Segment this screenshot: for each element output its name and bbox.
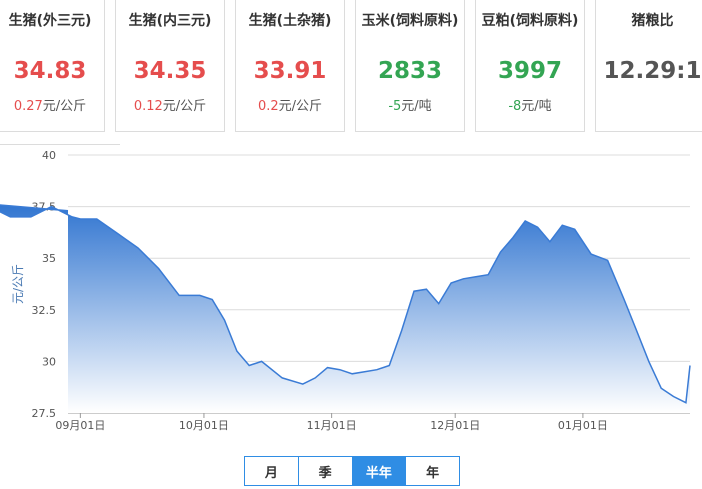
y-tick-label: 27.5 — [32, 407, 57, 420]
y-tick-label: 32.5 — [32, 304, 57, 317]
card-name: 生猪(土杂猪) — [248, 13, 332, 29]
price-card: 豆粕(饲料原料) 3997 -8元/吨 — [475, 0, 585, 132]
x-tick-label: 01月01日 — [558, 419, 608, 432]
y-tick-label: 30 — [42, 355, 56, 368]
card-unit: 元/公斤 — [42, 99, 87, 114]
card-change: -8 — [508, 99, 522, 114]
price-card: 生猪(外三元) 34.83 0.27元/公斤 — [0, 0, 105, 132]
card-change: 0.2 — [257, 99, 279, 114]
price-cards: 生猪(外三元) 34.83 0.27元/公斤 生猪(内三元) 34.35 0.1… — [0, 0, 702, 145]
card-price: 34.35 — [133, 58, 207, 84]
period-tabs: 月 季 半年 年 — [244, 456, 460, 486]
card-change: -5 — [388, 99, 402, 114]
x-tick-label: 11月01日 — [307, 419, 357, 432]
card-price: 12.29:1 — [603, 58, 702, 84]
card-change: 0.12 — [133, 99, 163, 114]
card-change: 0.27 — [13, 99, 43, 114]
card-name: 豆粕(饲料原料) — [481, 13, 579, 29]
card-name: 生猪(外三元) — [8, 13, 92, 29]
y-tick-label: 40 — [42, 149, 56, 162]
series-area — [0, 205, 690, 413]
card-name: 猪粮比 — [631, 13, 674, 29]
tab-month[interactable]: 月 — [245, 457, 299, 485]
tab-year[interactable]: 年 — [406, 457, 459, 485]
card-price: 2833 — [377, 58, 442, 84]
card-price: 33.91 — [253, 58, 327, 84]
card-unit: 元/吨 — [521, 99, 552, 114]
x-tick-label: 12月01日 — [430, 419, 480, 432]
x-tick-label: 09月01日 — [55, 419, 105, 432]
card-name: 生猪(内三元) — [128, 13, 212, 29]
y-tick-label: 35 — [42, 252, 56, 265]
card-unit: 元/公斤 — [278, 99, 323, 114]
tab-quarter[interactable]: 季 — [299, 457, 353, 485]
price-card: 生猪(土杂猪) 33.91 0.2元/公斤 — [235, 0, 345, 132]
card-price: 3997 — [497, 58, 562, 84]
card-price: 34.83 — [13, 58, 87, 84]
card-unit: 元/公斤 — [162, 99, 207, 114]
card-unit: 元/吨 — [401, 99, 432, 114]
tab-half-year[interactable]: 半年 — [352, 457, 407, 485]
x-tick-label: 10月01日 — [179, 419, 229, 432]
card-name: 玉米(饲料原料) — [361, 13, 459, 29]
price-card: 生猪(内三元) 34.35 0.12元/公斤 — [115, 0, 225, 132]
price-chart: 27.53032.53537.540元/公斤08月01日09月01日10月01日… — [0, 149, 691, 432]
y-axis-label: 元/公斤 — [11, 264, 25, 304]
price-card: 玉米(饲料原料) 2833 -5元/吨 — [355, 0, 465, 132]
price-card: 猪粮比 12.29:1 — [595, 0, 702, 132]
